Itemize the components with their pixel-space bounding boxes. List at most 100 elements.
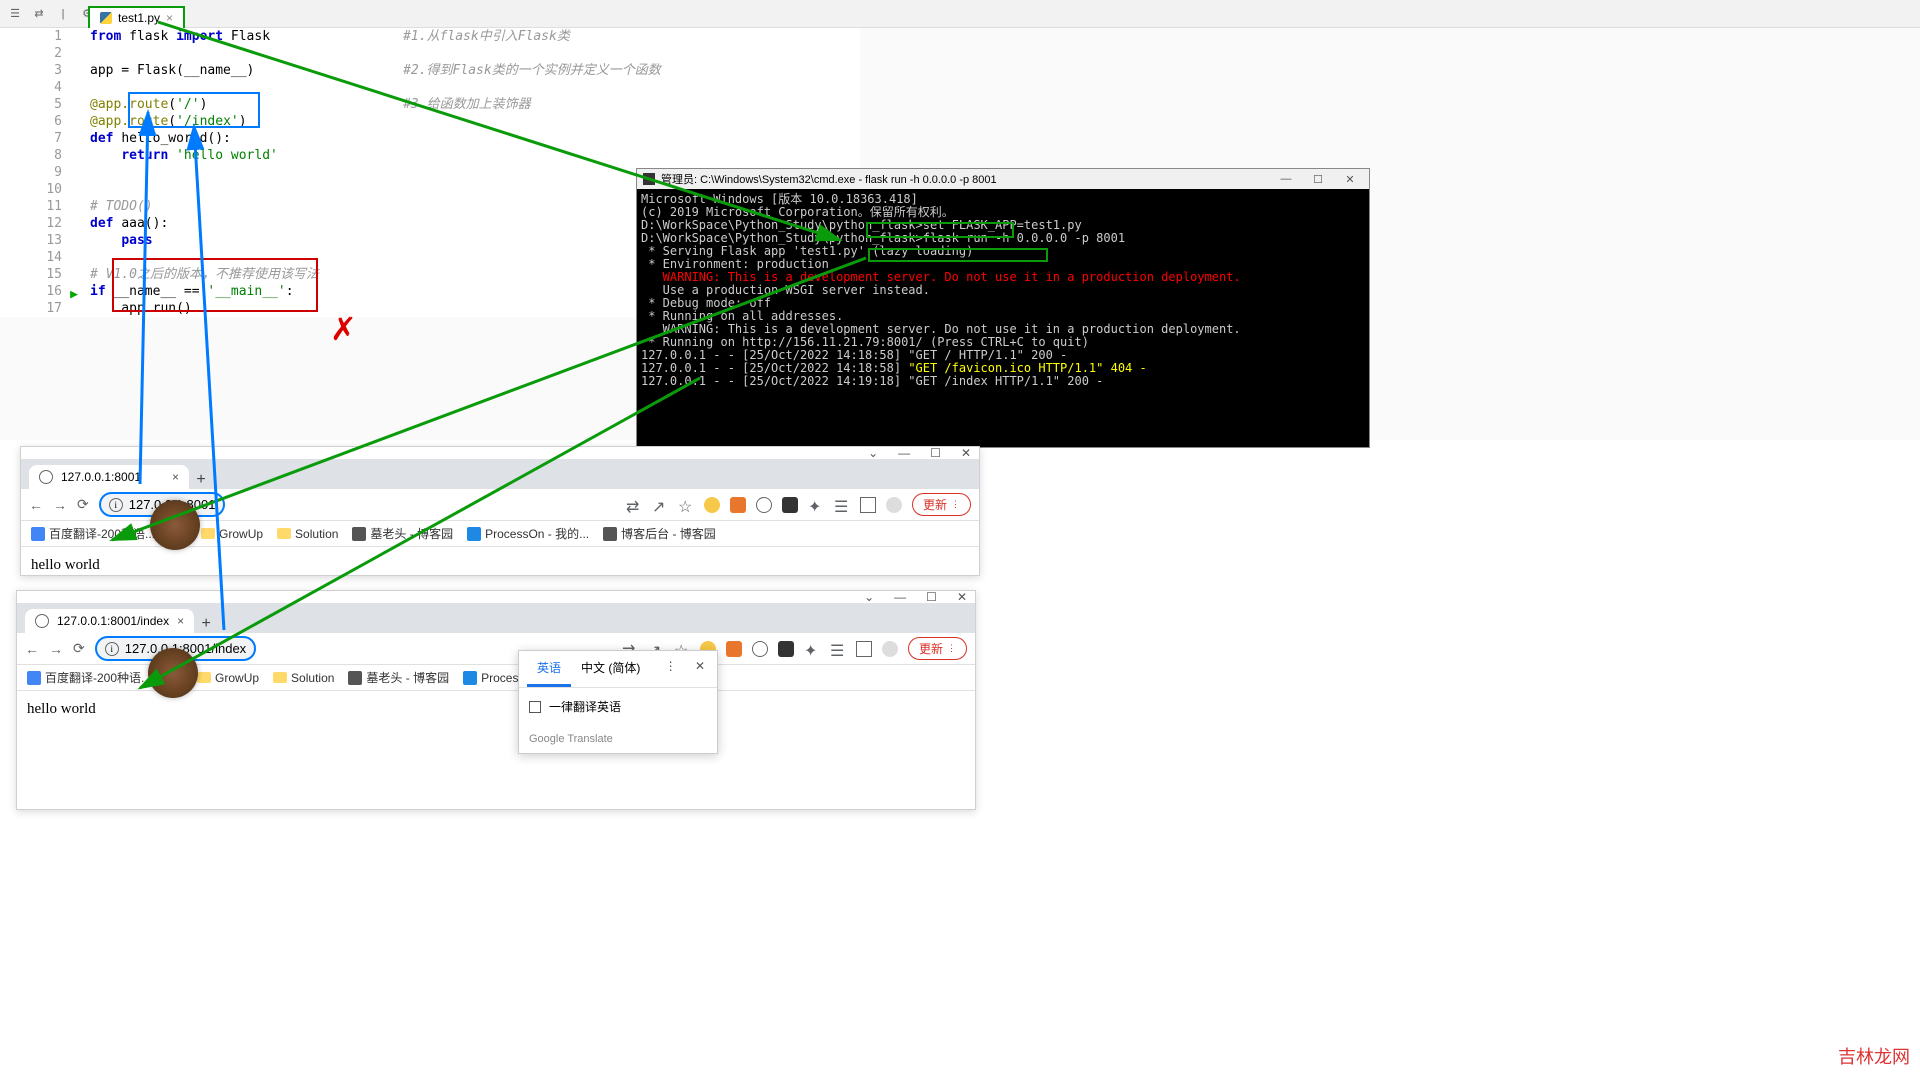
bookmark-icon	[31, 527, 45, 541]
browser-window-2: ⌄ — ☐ ✕ 127.0.0.1:8001/index × + ← → ⟳ i 127.0.0.1:…	[16, 590, 976, 810]
globe-icon	[39, 470, 53, 484]
tab-strip: 127.0.0.1:8001/index × +	[17, 603, 975, 633]
translate-icon[interactable]: ⇄	[626, 497, 642, 513]
forward-button[interactable]: →	[49, 641, 63, 657]
page-content: hello world	[21, 547, 979, 584]
ext-icon[interactable]	[782, 497, 798, 513]
bookmark[interactable]: 百度翻译-200种语...	[31, 525, 155, 542]
bookmark-label: GrowUp	[219, 527, 263, 541]
bookmark[interactable]: 百度翻译-200种语...	[27, 669, 151, 686]
close-icon[interactable]: ×	[172, 470, 179, 484]
profile-icon[interactable]	[882, 641, 898, 657]
maximize-icon[interactable]: ☐	[930, 446, 941, 460]
bookmark-label: 百度翻译-200种语...	[49, 525, 155, 542]
blur-annotation	[150, 500, 200, 550]
file-tab[interactable]: test1.py ×	[88, 6, 185, 30]
bookmark[interactable]: GrowUp	[197, 671, 259, 685]
terminal-title: 管理员: C:\Windows\System32\cmd.exe - flask…	[661, 171, 997, 187]
tab-title: 127.0.0.1:8001/index	[57, 614, 169, 628]
update-button[interactable]: 更新 ⋮	[912, 493, 971, 516]
puzzle-icon[interactable]: ✦	[804, 641, 820, 657]
minimize-icon[interactable]: —	[894, 590, 906, 604]
ext-icon[interactable]	[726, 641, 742, 657]
cmd-icon	[643, 173, 655, 185]
reload-button[interactable]: ⟳	[73, 640, 85, 657]
translate-popup: 英语 中文 (简体) ⋮ ✕ 一律翻译英语 Google Translate	[518, 650, 718, 754]
bookmark[interactable]: ProcessOn - 我的...	[467, 525, 589, 542]
ext-icon[interactable]	[752, 641, 768, 657]
close-icon[interactable]: ✕	[691, 651, 709, 687]
bookmark-label: GrowUp	[215, 671, 259, 685]
bookmark-icon	[467, 527, 481, 541]
close-icon[interactable]: ✕	[957, 590, 967, 604]
list-icon[interactable]: ☰	[834, 497, 850, 513]
puzzle-icon[interactable]: ✦	[808, 497, 824, 513]
info-icon[interactable]: i	[109, 498, 123, 512]
bookmark-icon	[352, 527, 366, 541]
new-tab-button[interactable]: +	[194, 615, 218, 633]
maximize-icon[interactable]: ☐	[1305, 173, 1331, 186]
ext-icon[interactable]	[756, 497, 772, 513]
bookmark-label: 博客后台 - 博客园	[621, 525, 716, 542]
translate-tab-english[interactable]: 英语	[527, 651, 571, 687]
bookmark-label: 墓老头 - 博客园	[370, 525, 453, 542]
bookmark[interactable]: Solution	[277, 527, 338, 541]
ext-icon[interactable]	[778, 641, 794, 657]
maximize-icon[interactable]: ☐	[926, 590, 937, 604]
bookmark-icon	[603, 527, 617, 541]
python-icon	[100, 12, 112, 24]
bookmark-icon	[27, 671, 41, 685]
browser-tab[interactable]: 127.0.0.1:8001 ×	[29, 465, 189, 489]
back-button[interactable]: ←	[29, 497, 43, 513]
page-content: hello world	[17, 691, 975, 728]
panel-icon[interactable]	[856, 641, 872, 657]
browser-tab[interactable]: 127.0.0.1:8001/index ×	[25, 609, 194, 633]
terminal-titlebar[interactable]: 管理员: C:\Windows\System32\cmd.exe - flask…	[637, 169, 1369, 189]
dropdown-icon[interactable]: ⌄	[868, 446, 878, 460]
share-icon[interactable]: ↗	[652, 497, 668, 513]
bookmark[interactable]: 博客后台 - 博客园	[603, 525, 716, 542]
translate-tab-chinese[interactable]: 中文 (简体)	[571, 651, 650, 687]
bookmark[interactable]: Solution	[273, 671, 334, 685]
bookmark[interactable]: GrowUp	[201, 527, 263, 541]
bookmark-label: 百度翻译-200种语...	[45, 669, 151, 686]
dropdown-icon[interactable]: ⌄	[864, 590, 874, 604]
globe-icon	[35, 614, 49, 628]
bookmark-icon	[348, 671, 362, 685]
tab-title: 127.0.0.1:8001	[61, 470, 141, 484]
panel-icon[interactable]	[860, 497, 876, 513]
folder-icon	[197, 672, 211, 683]
tool-icon[interactable]: |	[54, 5, 72, 23]
checkbox[interactable]	[529, 701, 541, 713]
star-icon[interactable]: ☆	[678, 497, 694, 513]
blur-annotation	[148, 648, 198, 698]
translate-footer: Google Translate	[519, 725, 717, 753]
back-button[interactable]: ←	[25, 641, 39, 657]
tab-strip: 127.0.0.1:8001 × +	[21, 459, 979, 489]
bookmark[interactable]: 墓老头 - 博客园	[352, 525, 453, 542]
terminal-body[interactable]: Microsoft Windows [版本 10.0.18363.418](c)…	[637, 189, 1369, 447]
close-icon[interactable]: ✕	[961, 446, 971, 460]
tool-icon[interactable]: ⇄	[30, 5, 48, 23]
info-icon[interactable]: i	[105, 642, 119, 656]
ext-icon[interactable]	[704, 497, 720, 513]
terminal-window: 管理员: C:\Windows\System32\cmd.exe - flask…	[636, 168, 1370, 448]
tab-label: test1.py	[118, 11, 160, 25]
update-button[interactable]: 更新 ⋮	[908, 637, 967, 660]
profile-icon[interactable]	[886, 497, 902, 513]
kebab-icon[interactable]: ⋮	[661, 651, 681, 687]
forward-button[interactable]: →	[53, 497, 67, 513]
ide-toolbar: ☰ ⇄ | ⚙ ›	[0, 0, 1920, 28]
minimize-icon[interactable]: —	[1273, 173, 1299, 186]
close-icon[interactable]: ×	[166, 11, 173, 25]
list-icon[interactable]: ☰	[830, 641, 846, 657]
reload-button[interactable]: ⟳	[77, 496, 89, 513]
ext-icon[interactable]	[730, 497, 746, 513]
close-icon[interactable]: ×	[177, 614, 184, 628]
close-icon[interactable]: ✕	[1337, 173, 1363, 186]
minimize-icon[interactable]: —	[898, 446, 910, 460]
new-tab-button[interactable]: +	[189, 471, 213, 489]
tab-bar: test1.py ×	[88, 6, 185, 30]
tool-icon[interactable]: ☰	[6, 5, 24, 23]
bookmark[interactable]: 墓老头 - 博客园	[348, 669, 449, 686]
